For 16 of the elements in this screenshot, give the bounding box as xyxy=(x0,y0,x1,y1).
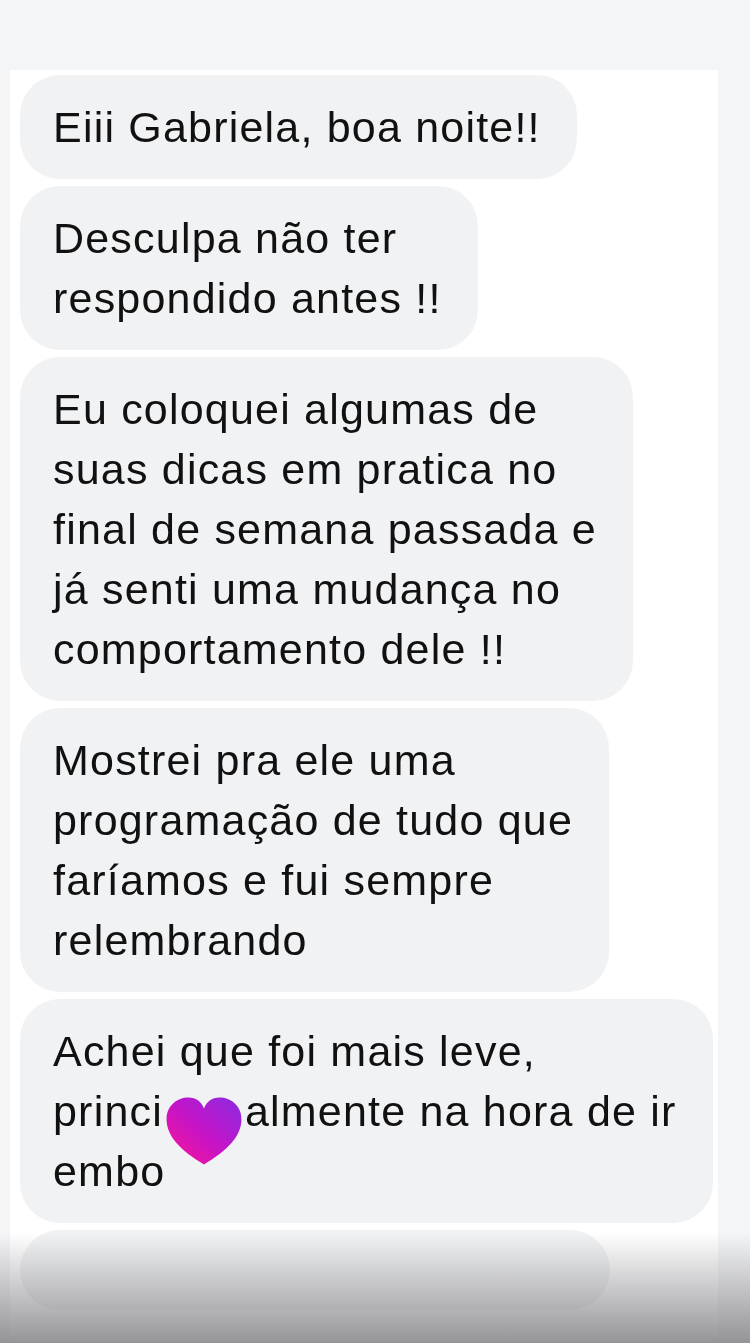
message-text: faríamos e fui sempre xyxy=(53,856,495,904)
message-text: respondido antes !! xyxy=(53,274,442,322)
message-text: Eu coloquei algumas de xyxy=(53,385,539,433)
message-text: relembrando xyxy=(53,916,308,964)
message-text: suas dicas em pratica no xyxy=(53,445,558,493)
message-text: comportamento dele !! xyxy=(53,625,507,673)
message-text: almente na hora de ir xyxy=(244,1087,677,1135)
message-text: programação de tudo que xyxy=(53,796,574,844)
message-text: Desculpa não ter xyxy=(53,214,398,262)
message-text: Achei que foi mais leve, xyxy=(53,1027,536,1075)
message-text: Eiii Gabriela, boa noite!! xyxy=(53,103,541,151)
message-text: embo xyxy=(53,1147,166,1195)
message-text: já senti uma mudança no xyxy=(53,565,562,613)
message-text: final de semana passada e xyxy=(53,505,597,553)
message-text: Mostrei pra ele uma xyxy=(53,736,456,784)
message-text: princi xyxy=(53,1087,163,1135)
